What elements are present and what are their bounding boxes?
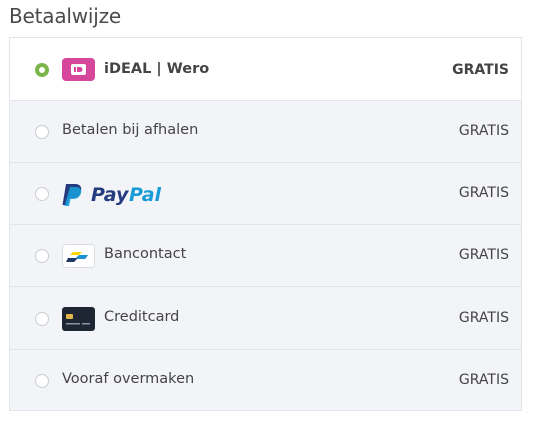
- payment-option-paypal[interactable]: Pay Pal GRATIS: [10, 163, 521, 225]
- radio-creditcard[interactable]: [35, 312, 49, 326]
- payment-option-label: iDEAL | Wero: [104, 61, 210, 77]
- payment-option-price: GRATIS: [458, 185, 509, 201]
- payment-option-label: Creditcard: [104, 309, 180, 325]
- payment-option-pay-on-pickup[interactable]: Betalen bij afhalen GRATIS: [10, 101, 521, 163]
- payment-option-price: GRATIS: [458, 372, 509, 388]
- payment-option-creditcard[interactable]: Creditcard GRATIS: [10, 287, 521, 350]
- payment-option-price: GRATIS: [458, 310, 509, 326]
- radio-pay-on-pickup[interactable]: [35, 125, 49, 139]
- payment-option-price: GRATIS: [458, 123, 509, 139]
- payment-option-ideal-wero[interactable]: iDEAL | Wero GRATIS: [10, 38, 521, 101]
- payment-option-bank-transfer[interactable]: Vooraf overmaken GRATIS: [10, 350, 521, 410]
- radio-bancontact[interactable]: [35, 249, 49, 263]
- radio-paypal[interactable]: [35, 187, 49, 201]
- payment-option-label: Vooraf overmaken: [62, 371, 195, 387]
- payment-option-price: GRATIS: [458, 247, 509, 263]
- paypal-logo: Pay Pal: [62, 182, 164, 210]
- payment-method-list: iDEAL | Wero GRATIS Betalen bij afhalen …: [9, 37, 522, 411]
- payment-option-label: Betalen bij afhalen: [62, 122, 199, 138]
- bancontact-icon: [62, 244, 95, 272]
- payment-option-bancontact[interactable]: Bancontact GRATIS: [10, 225, 521, 287]
- payment-option-label: Bancontact: [104, 246, 187, 262]
- svg-text:Pal: Pal: [129, 184, 162, 206]
- svg-text:Pay: Pay: [91, 184, 130, 206]
- payment-option-price: GRATIS: [452, 62, 509, 78]
- radio-ideal-wero[interactable]: [35, 63, 49, 77]
- payment-method-heading: Betaalwijze: [9, 4, 122, 28]
- creditcard-icon: [62, 307, 95, 335]
- radio-bank-transfer[interactable]: [35, 374, 49, 388]
- ideal-wero-icon: [62, 58, 95, 85]
